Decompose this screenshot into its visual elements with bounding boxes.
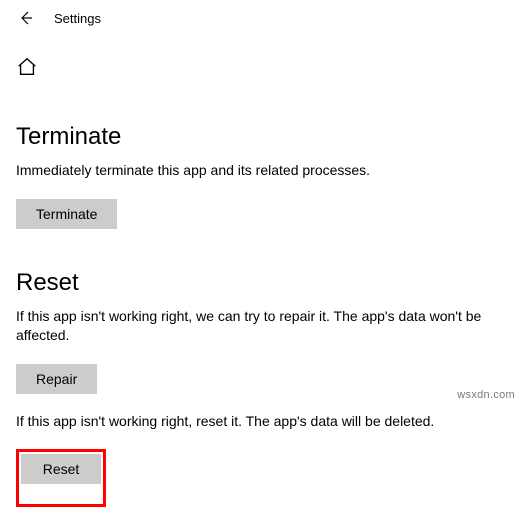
reset-heading: Reset	[16, 269, 507, 297]
terminate-heading: Terminate	[16, 123, 507, 151]
home-row	[0, 36, 523, 93]
terminate-section: Terminate Immediately terminate this app…	[16, 123, 507, 269]
reset-highlight-box: Reset	[16, 449, 106, 507]
reset-section: Reset If this app isn't working right, w…	[16, 269, 507, 508]
reset-description: If this app isn't working right, reset i…	[16, 412, 496, 432]
repair-button[interactable]: Repair	[16, 364, 97, 394]
terminate-button[interactable]: Terminate	[16, 199, 117, 229]
content-area: Terminate Immediately terminate this app…	[0, 93, 523, 507]
home-icon[interactable]	[16, 56, 38, 78]
repair-description: If this app isn't working right, we can …	[16, 307, 496, 346]
back-arrow-icon[interactable]	[18, 10, 34, 26]
reset-button[interactable]: Reset	[21, 454, 101, 484]
header-title: Settings	[54, 11, 101, 26]
watermark-text: wsxdn.com	[457, 389, 515, 401]
header-bar: Settings	[0, 0, 523, 36]
terminate-description: Immediately terminate this app and its r…	[16, 161, 496, 181]
